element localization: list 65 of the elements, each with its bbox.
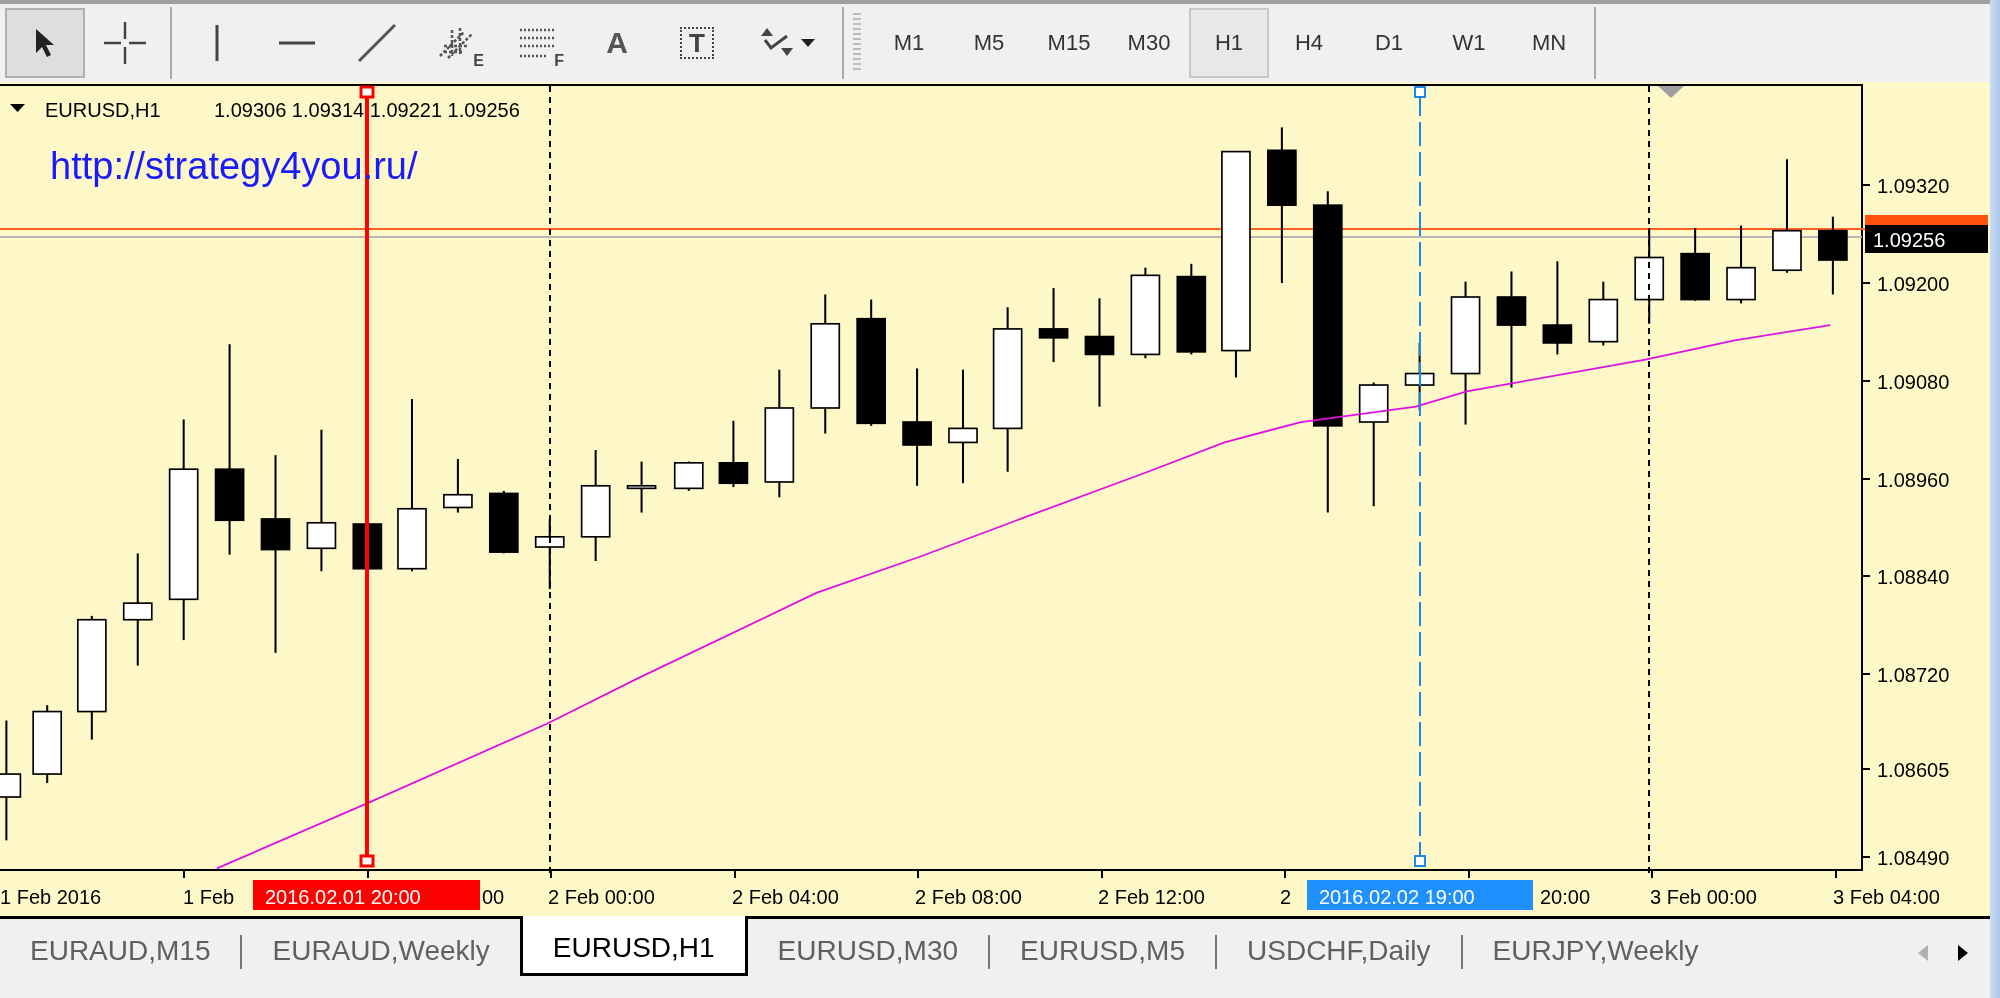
timeframe-button[interactable]: MN — [1509, 8, 1589, 78]
time-label: 2 Feb 04:00 — [732, 886, 839, 908]
time-label: 3 Feb 00:00 — [1650, 886, 1757, 908]
fibo-tool-button[interactable]: F — [497, 8, 577, 78]
caret-icon — [801, 39, 815, 47]
chart-tab[interactable]: EURAUD,Weekly — [242, 919, 520, 979]
chart-tab[interactable]: EURUSD,M30 — [747, 919, 989, 979]
cursor-time-label: 2016.02.01 20:00 — [265, 886, 421, 908]
trendline-icon — [358, 24, 396, 62]
ohlc-values: 1.09306 1.09314 1.09221 1.09256 — [214, 99, 520, 121]
time-label: 3 Feb 04:00 — [1833, 886, 1940, 908]
price-label: 1.08840 — [1877, 566, 1950, 588]
time-label: 2 — [1280, 886, 1292, 908]
candlestick — [626, 461, 657, 513]
chart-tab[interactable]: EURAUD,M15 — [0, 919, 241, 979]
timeframe-button[interactable]: M5 — [949, 8, 1029, 78]
crosshair-icon — [104, 22, 146, 64]
channel-tool-button[interactable]: E — [417, 8, 497, 78]
price-label: 1.09080 — [1877, 371, 1950, 393]
price-label: 1.09200 — [1877, 273, 1950, 295]
price-label: 1.08605 — [1877, 759, 1950, 781]
price-label: 1.08960 — [1877, 469, 1950, 491]
time-label: 1 Feb 2016 — [0, 886, 102, 908]
candlestick — [534, 518, 565, 590]
cursor-time-label: 2016.02.02 19:00 — [1319, 886, 1475, 908]
fibonacci-icon — [518, 26, 556, 60]
time-label: 1 Feb — [183, 886, 235, 908]
left-triangle-icon — [1918, 945, 1928, 961]
timeframe-button[interactable]: M15 — [1029, 8, 1109, 78]
price-label: 1.08490 — [1877, 847, 1950, 869]
chart-tab[interactable]: EURUSD,M5 — [990, 919, 1215, 979]
candlestick — [718, 420, 749, 488]
time-label: 2 Feb 12:00 — [1098, 886, 1205, 908]
symbol-label: EURUSD,H1 — [45, 99, 161, 121]
price-label: 1.09320 — [1877, 175, 1950, 197]
horizontal-line-icon — [279, 41, 315, 45]
candlestick — [443, 459, 473, 513]
textlabel-tool-button[interactable]: T — [657, 8, 737, 78]
timeframe-button[interactable]: M1 — [869, 8, 949, 78]
time-label: 2 Feb 08:00 — [915, 886, 1022, 908]
collapse-arrow-icon[interactable] — [10, 104, 25, 112]
candlestick — [673, 461, 704, 491]
candlestick — [488, 490, 519, 554]
candlestick — [1588, 281, 1619, 346]
vertical-line-icon — [215, 25, 219, 61]
time-label: 00 — [482, 886, 505, 908]
timeframe-button[interactable]: W1 — [1429, 8, 1509, 78]
timeframe-button[interactable]: D1 — [1349, 8, 1429, 78]
timeframe-button[interactable]: M30 — [1109, 8, 1189, 78]
chart-tab[interactable]: EURJPY,Weekly — [1462, 919, 1729, 979]
time-label: 2 Feb 00:00 — [548, 886, 655, 908]
chart-shift-icon — [1658, 86, 1684, 98]
chart-tab[interactable]: USDCHF,Daily — [1217, 919, 1461, 979]
text-tool-button[interactable]: A — [577, 8, 657, 78]
right-triangle-icon — [1958, 945, 1968, 961]
tool-letter: E — [473, 52, 484, 70]
tool-letter: F — [554, 52, 564, 70]
chart-tab[interactable]: EURUSD,H1 — [519, 916, 748, 976]
timeframe-button[interactable]: H1 — [1189, 8, 1269, 78]
pointer-tool-button[interactable] — [5, 8, 85, 78]
time-label: 20:00 — [1540, 886, 1591, 908]
timeframe-button[interactable]: H4 — [1269, 8, 1349, 78]
tool-letter: T — [689, 27, 705, 59]
price-label: 1.08720 — [1877, 664, 1950, 686]
current-price-label: 1.09256 — [1873, 229, 1946, 251]
